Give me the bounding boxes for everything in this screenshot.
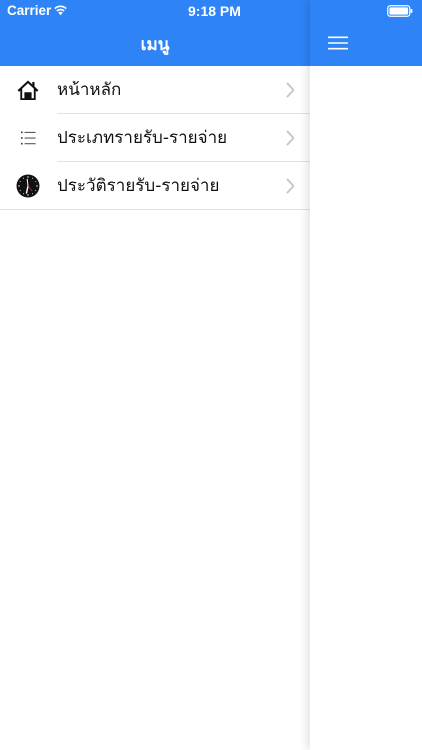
menu-item-label: ประเภทรายรับ-รายจ่าย <box>57 128 228 148</box>
carrier-label: Carrier <box>7 3 52 18</box>
home-icon <box>17 80 39 100</box>
chevron-right-icon <box>286 130 295 146</box>
list-icon <box>21 131 36 145</box>
side-menu: Carrier 9:18 PM เมนู หน้าหลัก ประเภทรายร… <box>0 0 310 750</box>
menu-header: Carrier 9:18 PM เมนู <box>0 0 310 66</box>
separator <box>0 209 310 210</box>
chevron-right-icon <box>286 82 295 98</box>
main-panel[interactable] <box>310 0 422 750</box>
main-header <box>310 0 422 66</box>
status-time: 9:18 PM <box>188 3 241 19</box>
status-bar: Carrier 9:18 PM <box>0 0 310 22</box>
chevron-right-icon <box>286 178 295 194</box>
menu-item-home[interactable]: หน้าหลัก <box>0 66 310 114</box>
battery-icon <box>387 5 413 17</box>
clock-icon <box>16 174 40 198</box>
app-screen: Carrier 9:18 PM เมนู หน้าหลัก ประเภทรายร… <box>0 0 422 750</box>
menu-list: หน้าหลัก ประเภทรายรับ-รายจ่าย ประวัติราย… <box>0 66 310 210</box>
menu-toggle-button[interactable] <box>320 30 356 60</box>
hamburger-icon <box>328 36 348 50</box>
menu-item-history[interactable]: ประวัติรายรับ-รายจ่าย <box>0 162 310 210</box>
menu-item-label: ประวัติรายรับ-รายจ่าย <box>57 176 220 196</box>
menu-title: เมนู <box>140 35 170 55</box>
wifi-icon <box>54 5 67 16</box>
menu-item-label: หน้าหลัก <box>57 80 122 100</box>
menu-item-categories[interactable]: ประเภทรายรับ-รายจ่าย <box>0 114 310 162</box>
